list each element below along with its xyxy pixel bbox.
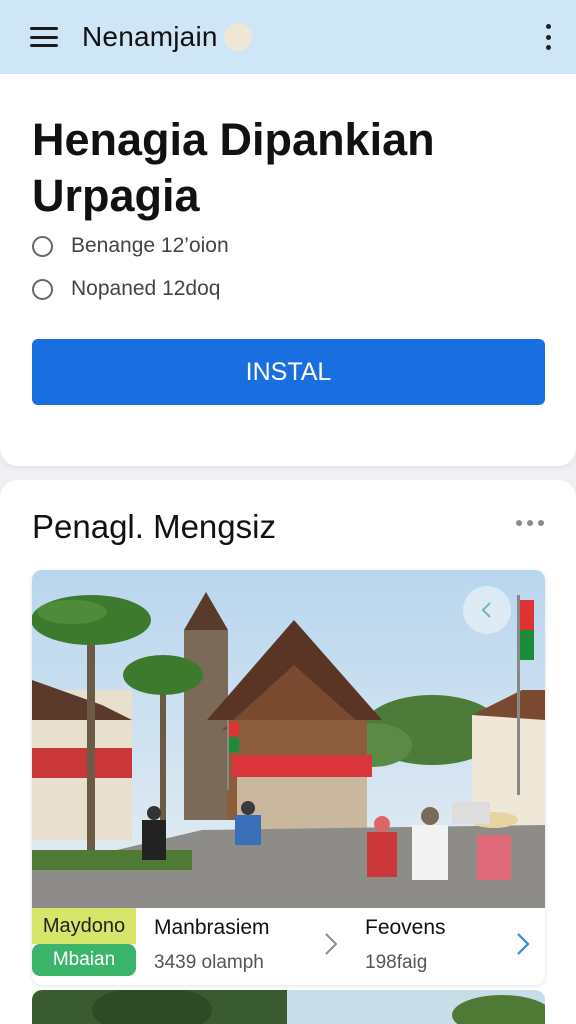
option-radio-2[interactable]: Nopaned 12doq bbox=[32, 277, 220, 301]
radio-icon[interactable] bbox=[32, 278, 53, 300]
option-label: Nopaned 12doq bbox=[71, 277, 221, 300]
section-title: Penagl. Mengsiz bbox=[32, 508, 276, 545]
more-vertical-icon[interactable] bbox=[538, 24, 558, 50]
info-subtitle: 198faig bbox=[365, 952, 428, 973]
info-column-1: Manbrasiem 3439 olamph bbox=[154, 916, 270, 974]
option-label: Benange 12’oion bbox=[71, 234, 229, 257]
chevron-right-icon[interactable] bbox=[322, 930, 340, 963]
next-place-card[interactable] bbox=[32, 990, 545, 1024]
info-title: Feovens bbox=[365, 916, 446, 939]
page-headline: Henagia Dipankian Urpagia bbox=[32, 114, 435, 221]
featured-section: Penagl. Mengsiz Maydono Mbaian Manbrasie… bbox=[0, 480, 576, 1024]
info-column-2: Feovens 198faig bbox=[365, 916, 446, 974]
install-card: Henagia Dipankian Urpagia Benange 12’oio… bbox=[0, 74, 576, 466]
next-place-photo bbox=[32, 990, 545, 1024]
option-radio-1[interactable]: Benange 12’oion bbox=[32, 234, 229, 258]
more-horizontal-icon[interactable] bbox=[516, 520, 544, 526]
radio-icon[interactable] bbox=[32, 235, 53, 257]
app-bar: Nenamjain bbox=[0, 0, 576, 74]
tag-badge: Mbaian bbox=[32, 944, 136, 976]
info-title: Manbrasiem bbox=[154, 916, 270, 939]
place-info-bar: Maydono Mbaian Manbrasiem 3439 olamph Fe… bbox=[32, 908, 545, 985]
title-decoration-dot bbox=[223, 23, 252, 51]
chevron-right-icon[interactable] bbox=[514, 930, 532, 963]
install-button[interactable]: INSTAL bbox=[32, 339, 545, 405]
place-card[interactable]: Maydono Mbaian Manbrasiem 3439 olamph Fe… bbox=[32, 570, 545, 985]
category-badge: Maydono bbox=[32, 908, 136, 944]
hamburger-menu-icon[interactable] bbox=[30, 27, 58, 47]
chevron-left-icon[interactable] bbox=[463, 586, 511, 634]
app-title: Nenamjain bbox=[82, 21, 218, 52]
info-subtitle: 3439 olamph bbox=[154, 952, 264, 973]
